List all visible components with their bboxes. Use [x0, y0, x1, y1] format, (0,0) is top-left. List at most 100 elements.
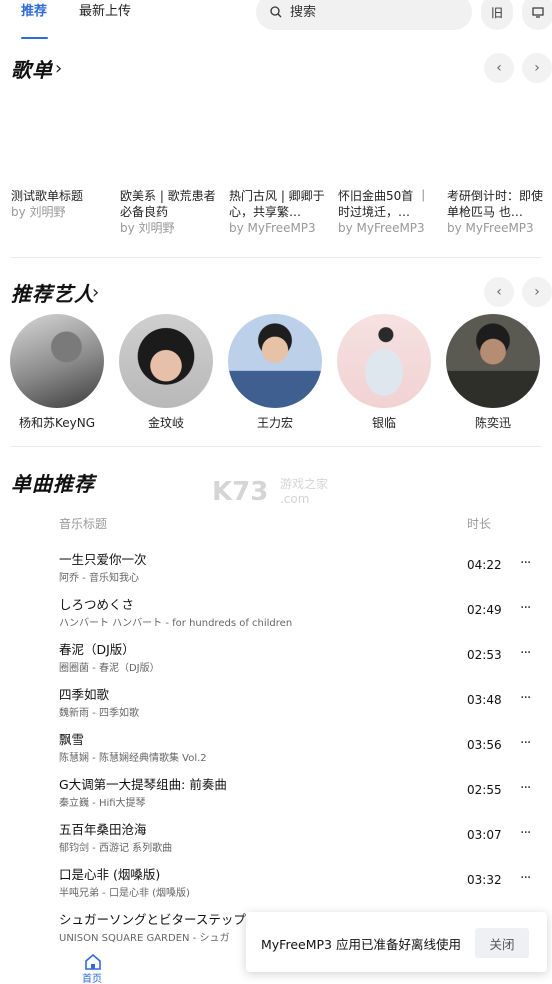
more-options-icon[interactable]: ···: [520, 825, 531, 841]
avatar: [228, 314, 322, 408]
song-duration: 04:22: [467, 558, 502, 572]
old-version-button[interactable]: 旧: [481, 0, 513, 30]
playlist-card[interactable]: 测试歌单标题 by 刘明野: [11, 188, 111, 220]
song-artist-album: 魏新雨 - 四季如歌: [59, 708, 139, 719]
song-title: 春泥（DJ版）: [59, 642, 135, 657]
songs-heading: 单曲推荐: [11, 472, 95, 496]
more-options-icon[interactable]: ···: [520, 600, 531, 616]
more-options-icon[interactable]: ···: [520, 870, 531, 886]
playlist-card[interactable]: 考研倒计时：即使单枪匹马 也… by MyFreeMP3: [447, 188, 547, 236]
song-duration: 03:56: [467, 738, 502, 752]
song-title: 四季如歌: [59, 687, 110, 702]
artist-name: 金玟岐: [147, 416, 184, 430]
avatar: [10, 314, 104, 408]
chevron-right-icon: ›: [534, 60, 540, 76]
playlist-author: by 刘明野: [120, 221, 175, 235]
more-options-icon[interactable]: ···: [520, 735, 531, 751]
playlist-author: by MyFreeMP3: [447, 221, 534, 235]
song-title: 五百年桑田沧海: [59, 822, 147, 837]
song-duration: 02:55: [467, 783, 502, 797]
song-duration: 03:32: [467, 873, 502, 887]
more-options-icon[interactable]: ···: [520, 780, 531, 796]
song-artist-album: ハンバート ハンバート - for hundreds of children: [59, 618, 293, 629]
artist-card[interactable]: 陈奕迅: [445, 314, 541, 431]
section-divider: [10, 446, 542, 447]
avatar: [337, 314, 431, 408]
song-row[interactable]: しろつめくさ ハンバート ハンバート - for hundreds of chi…: [0, 594, 552, 639]
artists-heading[interactable]: 推荐艺人: [11, 278, 95, 307]
playlist-card[interactable]: 欧美系 | 歌荒患者必备良药 by 刘明野: [120, 188, 220, 236]
playlist-title: 考研倒计时：即使单枪匹马 也…: [447, 189, 544, 219]
song-row[interactable]: 四季如歌 魏新雨 - 四季如歌 03:48 ···: [0, 684, 552, 729]
song-row[interactable]: 飘雪 陈慧娴 - 陈慧娴经典情歌集 Vol.2 03:56 ···: [0, 729, 552, 774]
screen-button[interactable]: [522, 0, 552, 30]
chevron-right-icon[interactable]: ›: [92, 282, 99, 303]
chevron-right-icon[interactable]: ›: [55, 58, 62, 79]
artists-next-button[interactable]: ›: [522, 277, 552, 307]
song-row[interactable]: G大调第一大提琴组曲: 前奏曲 秦立巍 - Hifi大提琴 02:55 ···: [0, 774, 552, 819]
avatar: [446, 314, 540, 408]
artist-name: 银临: [371, 416, 396, 430]
more-options-icon[interactable]: ···: [520, 645, 531, 661]
song-title: 飘雪: [59, 732, 85, 747]
song-artist-album: 半吨兄弟 - 口是心非 (烟嗓版): [59, 888, 190, 899]
song-duration: 02:53: [467, 648, 502, 662]
song-row[interactable]: 口是心非 (烟嗓版) 半吨兄弟 - 口是心非 (烟嗓版) 03:32 ···: [0, 864, 552, 909]
artist-name: 杨和苏KeyNG: [18, 416, 96, 430]
song-row[interactable]: 春泥（DJ版） 圈圈菌 - 春泥（DJ版） 02:53 ···: [0, 639, 552, 684]
playlist-author: by MyFreeMP3: [229, 221, 316, 235]
offline-ready-toast: MyFreeMP3 应用已准备好离线使用 关闭: [246, 912, 547, 972]
song-artist-album: 郁钧剑 - 西游记 系列歌曲: [59, 843, 173, 854]
playlists-prev-button[interactable]: ‹: [484, 53, 514, 83]
song-row[interactable]: 一生只爱你一次 阿乔 - 音乐知我心 04:22 ···: [0, 549, 552, 594]
column-header-duration: 时长: [467, 517, 492, 531]
top-bar: 推荐 最新上传 旧: [0, 0, 552, 40]
song-title: 一生只爱你一次: [59, 552, 147, 567]
search-input[interactable]: [290, 3, 460, 21]
svg-text:.com: .com: [280, 492, 309, 506]
artist-card[interactable]: 金玟岐: [118, 314, 214, 431]
playlist-card[interactable]: 热门古风 | 卿卿于心，共享繁… by MyFreeMP3: [229, 188, 329, 236]
song-artist-album: UNISON SQUARE GARDEN - シュガ: [59, 933, 230, 944]
playlists-next-button[interactable]: ›: [522, 53, 552, 83]
chevron-left-icon: ‹: [496, 60, 502, 76]
song-duration: 03:48: [467, 693, 502, 707]
playlist-author: by 刘明野: [11, 205, 66, 219]
artist-card[interactable]: 王力宏: [227, 314, 323, 431]
playlist-title: 热门古风 | 卿卿于心，共享繁…: [229, 189, 325, 219]
tab-active-indicator: [21, 37, 48, 39]
column-header-title: 音乐标题: [59, 517, 108, 531]
close-button[interactable]: 关闭: [475, 928, 529, 958]
artist-card[interactable]: 银临: [336, 314, 432, 431]
playlist-title: 测试歌单标题: [11, 189, 84, 203]
toast-message: MyFreeMP3 应用已准备好离线使用: [261, 937, 461, 952]
tab-recommended[interactable]: 推荐: [21, 4, 47, 20]
search-icon: [270, 6, 282, 18]
svg-text:游戏之家: 游戏之家: [280, 476, 328, 491]
artists-prev-button[interactable]: ‹: [484, 277, 514, 307]
song-row[interactable]: 五百年桑田沧海 郁钧剑 - 西游记 系列歌曲 03:07 ···: [0, 819, 552, 864]
playlist-title: 怀旧金曲50首 ｜时过境迁，…: [338, 189, 430, 219]
section-divider: [10, 257, 542, 258]
tab-latest-upload[interactable]: 最新上传: [79, 4, 131, 20]
song-title: G大调第一大提琴组曲: 前奏曲: [59, 777, 227, 792]
song-artist-album: 陈慧娴 - 陈慧娴经典情歌集 Vol.2: [59, 753, 207, 764]
song-duration: 03:07: [467, 828, 502, 842]
song-duration: 02:49: [467, 603, 502, 617]
search-box[interactable]: [256, 0, 472, 30]
artist-card[interactable]: 杨和苏KeyNG: [9, 314, 105, 431]
artist-name: 陈奕迅: [474, 416, 511, 430]
song-title: 口是心非 (烟嗓版): [59, 867, 161, 882]
playlist-title: 欧美系 | 歌荒患者必备良药: [120, 189, 216, 219]
song-artist-album: 秦立巍 - Hifi大提琴: [59, 798, 146, 809]
playlists-heading[interactable]: 歌单: [11, 54, 53, 83]
svg-text:K73: K73: [212, 477, 268, 507]
playlist-author: by MyFreeMP3: [338, 221, 425, 235]
playlist-card[interactable]: 怀旧金曲50首 ｜时过境迁，… by MyFreeMP3: [338, 188, 438, 236]
more-options-icon[interactable]: ···: [520, 555, 531, 571]
song-artist-album: 圈圈菌 - 春泥（DJ版）: [59, 663, 160, 674]
monitor-icon: [532, 6, 544, 18]
song-title: しろつめくさ: [59, 597, 135, 612]
more-options-icon[interactable]: ···: [520, 690, 531, 706]
chevron-right-icon: ›: [534, 284, 540, 300]
